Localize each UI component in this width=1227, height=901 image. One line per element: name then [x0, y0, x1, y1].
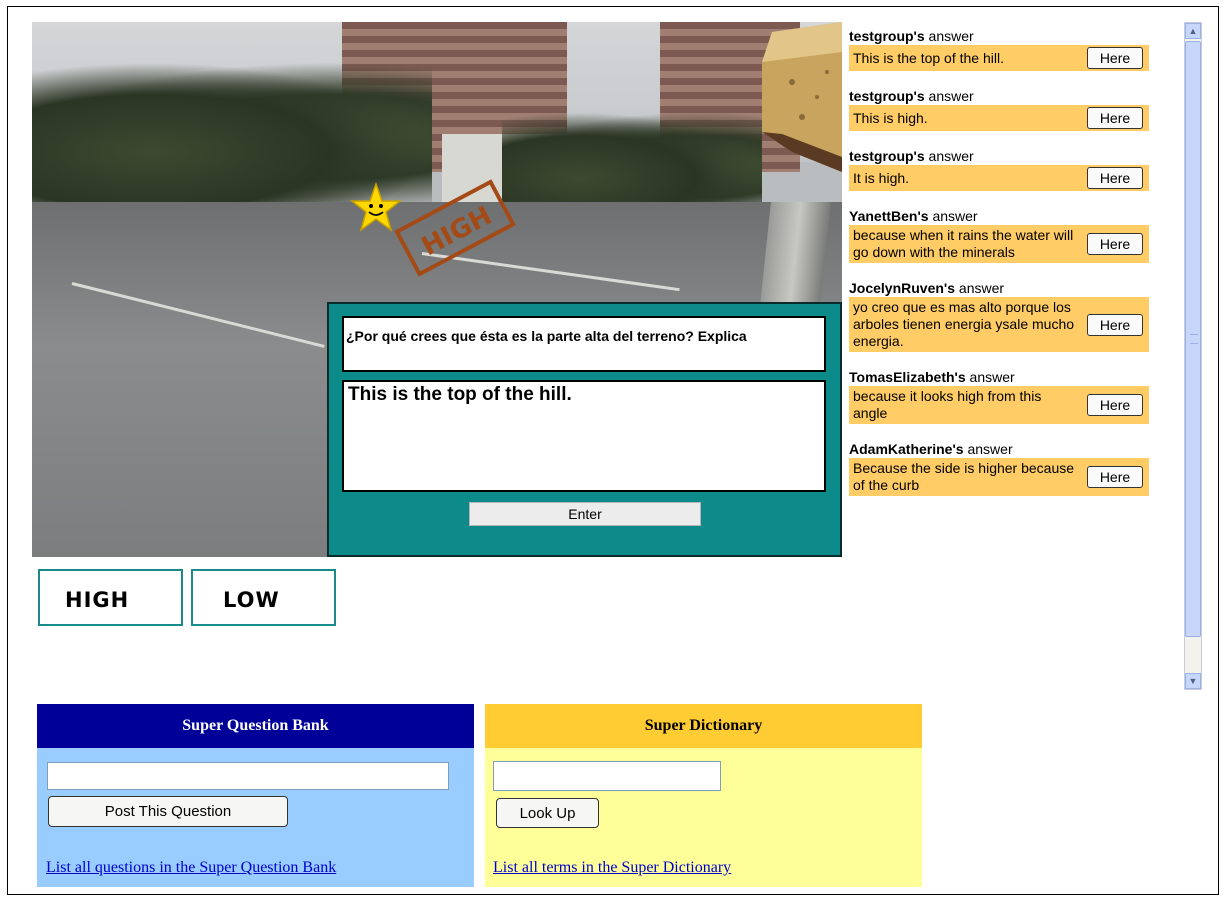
answer-text: This is the top of the hill.: [853, 49, 1004, 66]
smiley-star-icon[interactable]: [349, 181, 403, 234]
answer-text: This is high.: [853, 109, 928, 126]
answer-username: testgroup's: [849, 28, 925, 44]
answers-scrollbar[interactable]: ▲ ▼: [1184, 22, 1202, 690]
answer-suffix: answer: [924, 88, 974, 104]
scroll-up-icon[interactable]: ▲: [1185, 23, 1201, 39]
high-choice-button[interactable]: HIGH: [38, 569, 183, 626]
answer-text: Because the side is higher because of th…: [853, 460, 1075, 493]
answer-body: because when it rains the water will go …: [849, 225, 1149, 263]
answer-item: TomasElizabeth's answer because it looks …: [849, 368, 1149, 424]
answer-username: testgroup's: [849, 88, 925, 104]
dictionary-title: Super Dictionary: [485, 704, 922, 748]
here-button[interactable]: Here: [1087, 313, 1143, 336]
answer-body: Because the side is higher because of th…: [849, 458, 1149, 496]
answer-text: because it looks high from this angle: [853, 388, 1042, 421]
question-bank-panel: Super Question Bank Post This Question L…: [37, 704, 474, 887]
answer-username: AdamKatherine's: [849, 441, 964, 457]
list-questions-link[interactable]: List all questions in the Super Question…: [46, 859, 336, 877]
answer-suffix: answer: [955, 280, 1005, 296]
here-button[interactable]: Here: [1087, 233, 1143, 255]
answer-author: testgroup's answer: [849, 147, 1149, 165]
here-button[interactable]: Here: [1087, 466, 1143, 488]
question-panel: ¿Por qué crees que ésta es la parte alta…: [327, 302, 842, 557]
answer-author: YanettBen's answer: [849, 207, 1149, 225]
page-frame: HIGH ¿Por qué crees que ésta es la parte…: [7, 6, 1219, 895]
answer-username: YanettBen's: [849, 208, 929, 224]
answer-item: YanettBen's answer because when it rains …: [849, 207, 1149, 263]
answer-item: JocelynRuven's answer yo creo que es mas …: [849, 279, 1149, 352]
dictionary-input[interactable]: [493, 761, 721, 791]
answer-body: This is the top of the hill. Here: [849, 45, 1149, 71]
question-prompt: ¿Por qué crees que ésta es la parte alta…: [342, 316, 826, 372]
answer-username: JocelynRuven's: [849, 280, 956, 296]
answer-text: yo creo que es mas alto porque los arbol…: [853, 299, 1075, 349]
look-up-button[interactable]: Look Up: [496, 798, 599, 828]
parking-lot-photo: HIGH ¿Por qué crees que ésta es la parte…: [32, 22, 842, 557]
here-button[interactable]: Here: [1087, 47, 1143, 69]
question-bank-input[interactable]: [47, 762, 449, 790]
answer-item: testgroup's answer It is high. Here: [849, 147, 1149, 191]
list-terms-link[interactable]: List all terms in the Super Dictionary: [493, 859, 731, 877]
scroll-down-icon[interactable]: ▼: [1185, 673, 1201, 689]
answer-body: because it looks high from this angle Her…: [849, 386, 1149, 424]
answer-item: testgroup's answer This is the top of the…: [849, 27, 1149, 71]
answer-suffix: answer: [928, 208, 978, 224]
answer-text: because when it rains the water will go …: [853, 227, 1074, 260]
answer-body: It is high. Here: [849, 165, 1149, 191]
dictionary-panel: Super Dictionary Look Up List all terms …: [485, 704, 922, 887]
scrollbar-thumb[interactable]: [1185, 41, 1201, 637]
post-question-button[interactable]: Post This Question: [48, 796, 288, 827]
question-bank-title: Super Question Bank: [37, 704, 474, 748]
answer-author: TomasElizabeth's answer: [849, 368, 1149, 386]
answer-body: yo creo que es mas alto porque los arbol…: [849, 297, 1149, 352]
answer-author: JocelynRuven's answer: [849, 279, 1149, 297]
answer-suffix: answer: [965, 369, 1015, 385]
answer-username: testgroup's: [849, 148, 925, 164]
enter-button[interactable]: Enter: [469, 502, 701, 526]
low-choice-button[interactable]: LOW: [191, 569, 336, 626]
answer-author: testgroup's answer: [849, 27, 1149, 45]
answers-list: testgroup's answer This is the top of the…: [849, 27, 1149, 692]
answer-input[interactable]: This is the top of the hill.: [342, 380, 826, 492]
answer-body: This is high. Here: [849, 105, 1149, 131]
here-button[interactable]: Here: [1087, 107, 1143, 129]
here-button[interactable]: Here: [1087, 394, 1143, 416]
here-button[interactable]: Here: [1087, 167, 1143, 189]
answer-author: testgroup's answer: [849, 87, 1149, 105]
answer-item: testgroup's answer This is high. Here: [849, 87, 1149, 131]
answer-author: AdamKatherine's answer: [849, 440, 1149, 458]
answer-text: It is high.: [853, 169, 910, 186]
answer-username: TomasElizabeth's: [849, 369, 966, 385]
answer-suffix: answer: [924, 28, 974, 44]
answer-item: AdamKatherine's answer Because the side i…: [849, 440, 1149, 496]
grip-icon: [1190, 334, 1198, 344]
answer-suffix: answer: [963, 441, 1013, 457]
answer-suffix: answer: [924, 148, 974, 164]
sponge-block-icon[interactable]: [762, 22, 842, 172]
